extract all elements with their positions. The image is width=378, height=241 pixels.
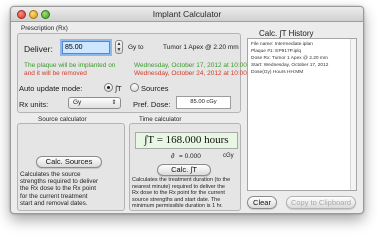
copy-to-clipboard-button[interactable]: Copy to Clipboard — [286, 196, 356, 209]
rx-units-label: Rx units: — [19, 100, 49, 109]
auto-update-integral-radio[interactable] — [104, 83, 113, 92]
removal-text: and it will be removed — [24, 70, 87, 77]
auto-update-integral-label[interactable]: ∫T — [115, 84, 122, 93]
history-label: Calc. ∫T History — [259, 29, 314, 38]
auto-update-sources-label[interactable]: Sources — [141, 84, 169, 93]
removal-date: Wednesday, October 24, 2012 at 10:00 — [134, 70, 247, 77]
dose-units-label: Gy to — [128, 44, 144, 51]
dose-input[interactable] — [62, 41, 110, 54]
window-title: Implant Calculator — [152, 9, 222, 19]
time-calculator-description: Calculates the treatment duration (to th… — [132, 177, 231, 210]
time-calculator-label: Time calculator — [139, 116, 182, 123]
time-result-display: ∫T = 168.000 hours — [135, 132, 238, 149]
deliver-label: Deliver: — [24, 44, 53, 54]
rx-units-value: Gy — [73, 99, 82, 106]
calc-time-button[interactable]: Calc. ∫T — [157, 164, 211, 176]
delta-icon: ∂ — [171, 153, 175, 160]
source-calculator-label: Source calculator — [38, 116, 87, 123]
implant-text: The plaque will be implanted on — [24, 62, 116, 69]
auto-update-sources-radio[interactable] — [130, 83, 139, 92]
auto-update-label: Auto update mode: — [19, 84, 83, 93]
dose-stepper[interactable]: ▲ ▼ — [115, 40, 123, 54]
calc-sources-button[interactable]: Calc. Sources — [36, 156, 102, 168]
delta-unit: cGy — [223, 153, 234, 159]
stepper-down-icon[interactable]: ▼ — [116, 47, 122, 53]
history-text-area[interactable]: File name: Intermediate.iplan Plaque #1:… — [247, 38, 357, 191]
title-bar[interactable]: Implant Calculator — [11, 7, 363, 22]
prescription-group-label: Prescription (Rx) — [21, 25, 68, 32]
rx-units-select[interactable]: Gy ⇕ — [68, 97, 121, 109]
history-line: Start: Wednesday, October 17, 2012 — [251, 63, 329, 68]
implant-calculator-window: Implant Calculator Prescription (Rx) Del… — [10, 6, 364, 214]
history-line: File name: Intermediate.iplan — [251, 42, 313, 47]
implant-date: Wednesday, October 17, 2012 at 10:00 — [134, 62, 247, 69]
pref-dose-field: 85.00 cGy — [176, 96, 231, 109]
history-line: Dose Rx: Tumor 1 Apex @ 2.20 mm — [251, 56, 328, 61]
pref-dose-label: Pref. Dose: — [133, 100, 171, 109]
zoom-window-icon[interactable] — [41, 10, 50, 19]
delta-value: = 0.000 — [179, 153, 201, 160]
history-line: Dose(Gy) Hours HH:MM — [251, 70, 304, 75]
history-scrollbar[interactable] — [350, 39, 356, 190]
history-line: Plaque #1: EP917P.iplq — [251, 49, 302, 54]
clear-history-button[interactable]: Clear — [247, 196, 277, 209]
minimize-window-icon[interactable] — [29, 10, 38, 19]
updown-chevron-icon: ⇕ — [111, 100, 117, 106]
rx-point-label: Tumor 1 Apex @ 2.20 mm — [163, 44, 239, 51]
close-window-icon[interactable] — [17, 10, 26, 19]
source-calculator-description: Calculates the source strengths required… — [20, 171, 99, 207]
